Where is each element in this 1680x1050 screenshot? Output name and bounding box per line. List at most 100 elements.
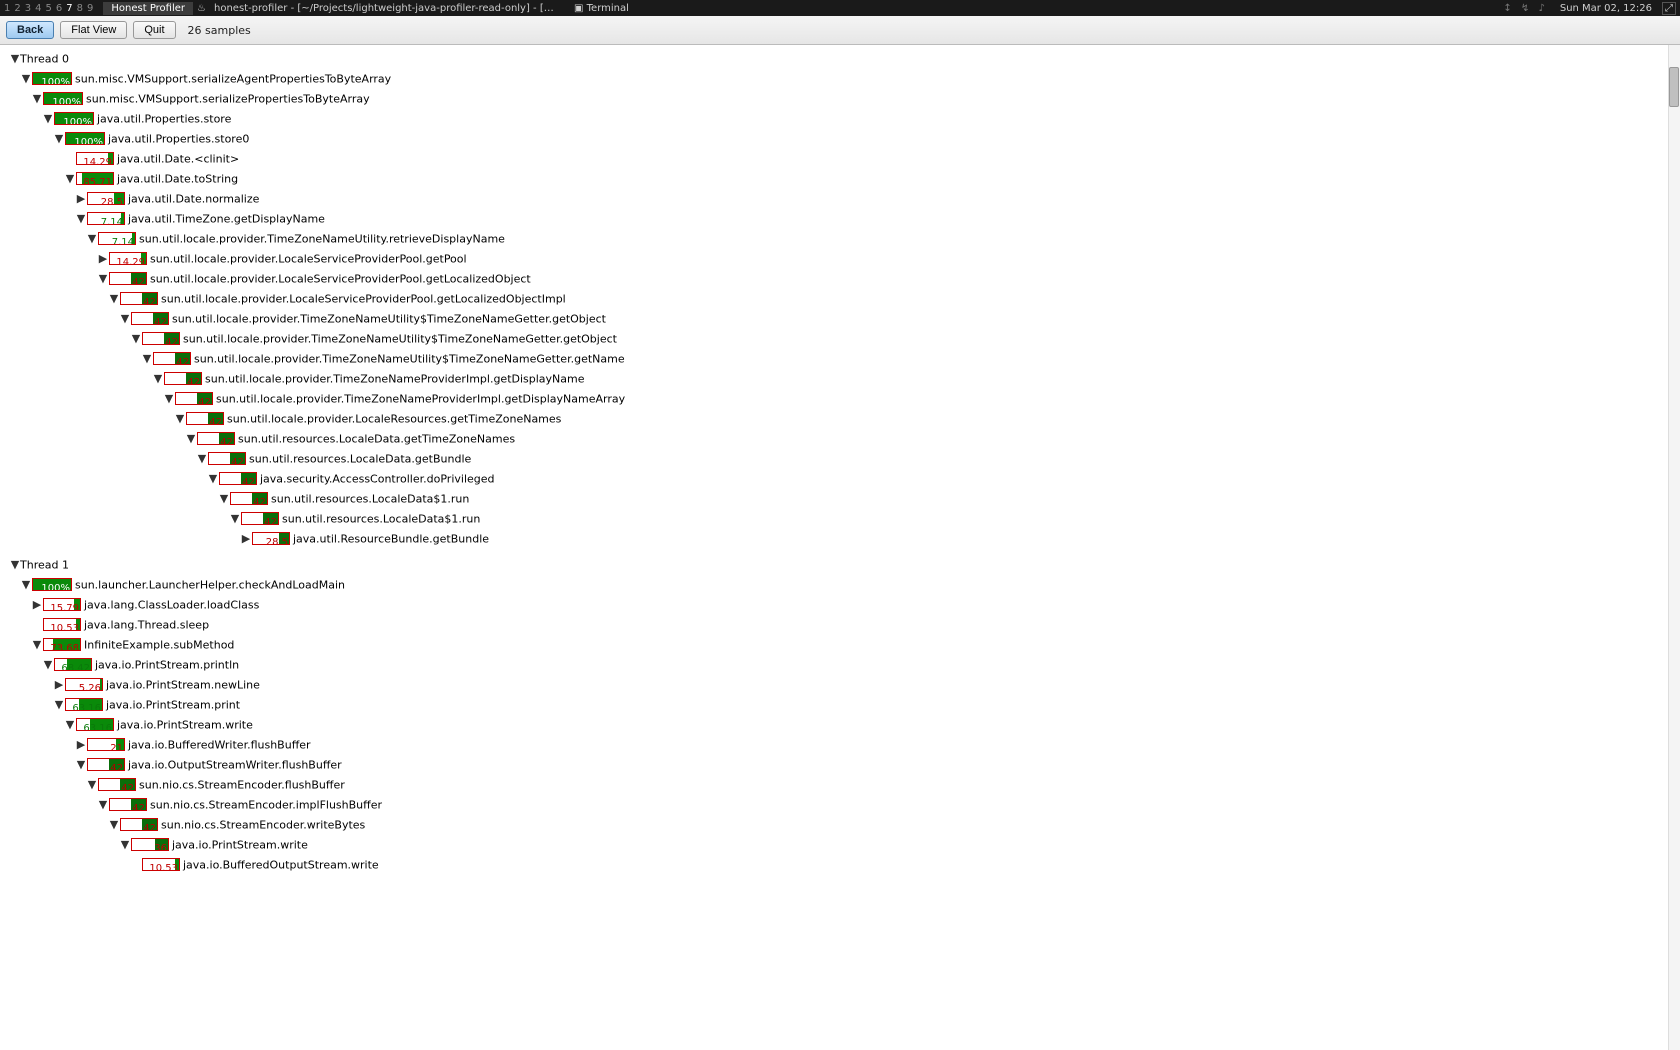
disclosure-expanded-icon[interactable]: ▼ xyxy=(219,489,229,508)
tree-row[interactable]: ▶5.26java.io.PrintStream.newLine xyxy=(2,675,1678,695)
tree-row[interactable]: ▼100%sun.misc.VMSupport.serializeAgentPr… xyxy=(2,69,1678,89)
disclosure-expanded-icon[interactable]: ▼ xyxy=(87,229,97,248)
tree-row[interactable]: ▼42java.security.AccessController.doPriv… xyxy=(2,469,1678,489)
tree-row[interactable]: ▼42sun.util.locale.provider.TimeZoneName… xyxy=(2,349,1678,369)
disclosure-expanded-icon[interactable]: ▼ xyxy=(120,835,130,854)
tree-row[interactable]: 10.53java.io.BufferedOutputStream.write xyxy=(2,855,1678,875)
workspace-8[interactable]: 8 xyxy=(77,3,87,14)
disclosure-collapsed-icon[interactable]: ▶ xyxy=(54,675,64,694)
tree-row[interactable]: ▶28.5java.util.Date.normalize xyxy=(2,189,1678,209)
workspace-5[interactable]: 5 xyxy=(46,3,56,14)
disclosure-expanded-icon[interactable]: ▼ xyxy=(65,715,75,734)
tree-row[interactable]: ▼36java.io.PrintStream.write xyxy=(2,835,1678,855)
disclosure-expanded-icon[interactable]: ▼ xyxy=(43,109,53,128)
tree-row[interactable]: ▼85.71java.util.Date.toString xyxy=(2,169,1678,189)
tree-row[interactable]: ▶14.29sun.util.locale.provider.LocaleSer… xyxy=(2,249,1678,269)
disclosure-expanded-icon[interactable]: ▼ xyxy=(142,349,152,368)
workspace-3[interactable]: 3 xyxy=(25,3,35,14)
disclosure-expanded-icon[interactable]: ▼ xyxy=(21,69,31,88)
disclosure-collapsed-icon[interactable]: ▶ xyxy=(76,735,86,754)
disclosure-expanded-icon[interactable]: ▼ xyxy=(21,575,31,594)
disclosure-expanded-icon[interactable]: ▼ xyxy=(76,209,86,228)
tree-row[interactable]: ▼42sun.nio.cs.StreamEncoder.writeBytes xyxy=(2,815,1678,835)
disclosure-expanded-icon[interactable]: ▼ xyxy=(153,369,163,388)
tree-row[interactable]: ▼100%sun.misc.VMSupport.serializePropert… xyxy=(2,89,1678,109)
workspace-9[interactable]: 9 xyxy=(87,3,97,14)
tree-row[interactable]: ▼42sun.util.locale.provider.TimeZoneName… xyxy=(2,389,1678,409)
workspace-1[interactable]: 1 xyxy=(4,3,14,14)
disclosure-collapsed-icon[interactable]: ▶ xyxy=(76,189,86,208)
disclosure-expanded-icon[interactable]: ▼ xyxy=(230,509,240,528)
disclosure-expanded-icon[interactable]: ▼ xyxy=(164,389,174,408)
system-tray-icons[interactable]: ↕ ↯ ♪ xyxy=(1497,3,1554,14)
disclosure-expanded-icon[interactable]: ▼ xyxy=(98,795,108,814)
tree-row[interactable]: ▼Thread 1 xyxy=(2,555,1678,575)
disclosure-expanded-icon[interactable]: ▼ xyxy=(32,635,42,654)
disclosure-expanded-icon[interactable]: ▼ xyxy=(197,449,207,468)
disclosure-collapsed-icon[interactable]: ▶ xyxy=(98,249,108,268)
taskbar-app-active[interactable]: Honest Profiler xyxy=(103,2,193,15)
tree-row[interactable]: ▼100%java.util.Properties.store0 xyxy=(2,129,1678,149)
disclosure-expanded-icon[interactable]: ▼ xyxy=(131,329,141,348)
workspace-6[interactable]: 6 xyxy=(56,3,66,14)
fullscreen-icon[interactable]: ⤢ xyxy=(1662,2,1676,15)
workspace-4[interactable]: 4 xyxy=(35,3,45,14)
tree-row[interactable]: ▼42sun.util.locale.provider.LocaleServic… xyxy=(2,269,1678,289)
tree-row[interactable]: ▼42sun.nio.cs.StreamEncoder.flushBuffer xyxy=(2,775,1678,795)
disclosure-expanded-icon[interactable]: ▼ xyxy=(109,815,119,834)
tree-row[interactable]: ▼42sun.util.locale.provider.LocaleServic… xyxy=(2,289,1678,309)
tree-row[interactable]: ▼Thread 0 xyxy=(2,49,1678,69)
tree-row[interactable]: ▼7.14sun.util.locale.provider.TimeZoneNa… xyxy=(2,229,1678,249)
tree-row[interactable]: ▼42java.io.OutputStreamWriter.flushBuffe… xyxy=(2,755,1678,775)
disclosure-expanded-icon[interactable]: ▼ xyxy=(76,755,86,774)
tree-row[interactable]: ▼42sun.util.resources.LocaleData$1.run xyxy=(2,489,1678,509)
disclosure-expanded-icon[interactable]: ▼ xyxy=(32,89,42,108)
disclosure-collapsed-icon[interactable]: ▶ xyxy=(32,595,42,614)
tree-row[interactable]: ▼42sun.util.locale.provider.TimeZoneName… xyxy=(2,309,1678,329)
disclosure-expanded-icon[interactable]: ▼ xyxy=(10,555,20,574)
disclosure-collapsed-icon[interactable]: ▶ xyxy=(241,529,251,548)
disclosure-expanded-icon[interactable]: ▼ xyxy=(175,409,185,428)
tree-row[interactable]: ▼42sun.util.resources.LocaleData.getTime… xyxy=(2,429,1678,449)
workspace-2[interactable]: 2 xyxy=(14,3,24,14)
workspace-indicator[interactable]: 123456789 xyxy=(4,3,103,14)
scrollbar-thumb[interactable] xyxy=(1669,67,1679,107)
profile-tree[interactable]: ▼Thread 0▼100%sun.misc.VMSupport.seriali… xyxy=(0,45,1680,1050)
disclosure-expanded-icon[interactable]: ▼ xyxy=(54,695,64,714)
tree-row[interactable]: ▼100%sun.launcher.LauncherHelper.checkAn… xyxy=(2,575,1678,595)
disclosure-expanded-icon[interactable]: ▼ xyxy=(109,289,119,308)
disclosure-expanded-icon[interactable]: ▼ xyxy=(54,129,64,148)
tree-row[interactable]: ▼42sun.util.locale.provider.LocaleResour… xyxy=(2,409,1678,429)
disclosure-expanded-icon[interactable]: ▼ xyxy=(10,49,20,68)
quit-button[interactable]: Quit xyxy=(133,21,175,39)
tree-row[interactable]: ▼68.42java.io.PrintStream.println xyxy=(2,655,1678,675)
tree-row[interactable]: 14.29java.util.Date.<clinit> xyxy=(2,149,1678,169)
tree-row[interactable]: ▼63.16java.io.PrintStream.write xyxy=(2,715,1678,735)
tree-row[interactable]: ▼42sun.util.locale.provider.TimeZoneName… xyxy=(2,369,1678,389)
disclosure-expanded-icon[interactable]: ▼ xyxy=(208,469,218,488)
tree-row[interactable]: ▼42sun.nio.cs.StreamEncoder.implFlushBuf… xyxy=(2,795,1678,815)
tree-row[interactable]: ▼7.14java.util.TimeZone.getDisplayName xyxy=(2,209,1678,229)
disclosure-expanded-icon[interactable]: ▼ xyxy=(120,309,130,328)
tree-row[interactable]: ▼42sun.util.resources.LocaleData.getBund… xyxy=(2,449,1678,469)
tree-row[interactable]: ▼42sun.util.resources.LocaleData$1.run xyxy=(2,509,1678,529)
disclosure-expanded-icon[interactable]: ▼ xyxy=(98,269,108,288)
tree-row[interactable]: ▼42sun.util.locale.provider.TimeZoneName… xyxy=(2,329,1678,349)
back-button[interactable]: Back xyxy=(6,21,54,39)
tree-row[interactable]: ▼73.68InfiniteExample.subMethod xyxy=(2,635,1678,655)
tree-row[interactable]: ▼63.16java.io.PrintStream.print xyxy=(2,695,1678,715)
disclosure-expanded-icon[interactable]: ▼ xyxy=(186,429,196,448)
taskbar-terminal[interactable]: Terminal xyxy=(566,2,637,15)
tree-row[interactable]: ▶21java.io.BufferedWriter.flushBuffer xyxy=(2,735,1678,755)
tree-row[interactable]: 10.53java.lang.Thread.sleep xyxy=(2,615,1678,635)
taskbar-app-other[interactable]: honest-profiler - [~/Projects/lightweigh… xyxy=(206,2,566,15)
workspace-7[interactable]: 7 xyxy=(66,3,76,14)
disclosure-expanded-icon[interactable]: ▼ xyxy=(43,655,53,674)
disclosure-expanded-icon[interactable]: ▼ xyxy=(65,169,75,188)
tree-row[interactable]: ▼100%java.util.Properties.store xyxy=(2,109,1678,129)
scrollbar-track[interactable] xyxy=(1668,45,1680,1050)
tree-row[interactable]: ▶15.79java.lang.ClassLoader.loadClass xyxy=(2,595,1678,615)
flat-view-button[interactable]: Flat View xyxy=(60,21,127,39)
disclosure-expanded-icon[interactable]: ▼ xyxy=(87,775,97,794)
tree-row[interactable]: ▶28.5java.util.ResourceBundle.getBundle xyxy=(2,529,1678,549)
